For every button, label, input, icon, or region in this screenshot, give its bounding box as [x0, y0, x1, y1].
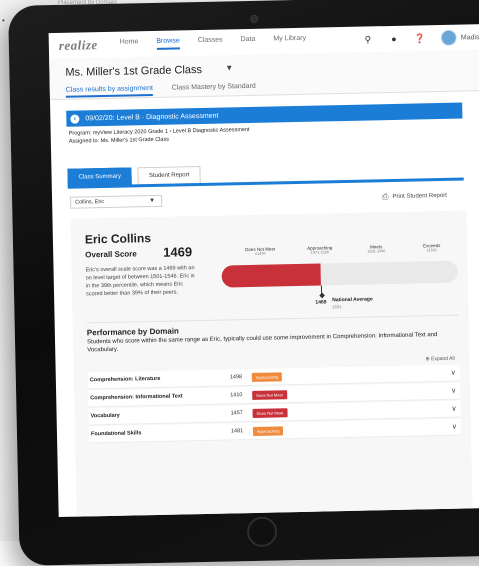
- tablet-screen: realize Home Browse Classes Data My Libr…: [48, 23, 479, 518]
- score-marker-value: 1469: [315, 299, 327, 306]
- overall-score-label: Overall Score: [85, 249, 137, 260]
- status-badge: Does Not Meet: [252, 407, 288, 418]
- nav-items: Home Browse Classes Data My Library: [120, 34, 325, 50]
- nav-item-data[interactable]: Data: [241, 36, 256, 48]
- student-select[interactable]: Collins, Eric ▼: [70, 194, 163, 209]
- assessment-header: ‹ 09/02/20: Level B · Diagnostic Assessm…: [66, 102, 463, 127]
- assessment-title: 09/02/20: Level B · Diagnostic Assessmen…: [85, 112, 219, 122]
- home-button[interactable]: [246, 516, 278, 548]
- printer-icon: ⎙: [381, 192, 389, 202]
- scale-level: Meets 1501-1540: [367, 244, 385, 253]
- nav-item-home[interactable]: Home: [120, 38, 139, 50]
- student-report-card: Eric Collins Overall Score 1469 Eric's o…: [70, 210, 473, 518]
- print-student-report-button[interactable]: ⎙ Print Student Report: [382, 191, 447, 202]
- student-select-value: Collins, Eric: [75, 199, 105, 206]
- status-badge: Approaching: [252, 425, 284, 436]
- chevron-down-icon[interactable]: ∨: [452, 423, 457, 431]
- status-badge: Approaching: [251, 371, 283, 382]
- expand-all-label: Expand All: [431, 355, 455, 363]
- nav-item-browse[interactable]: Browse: [156, 37, 180, 50]
- status-badge: Does Not Meet: [252, 389, 287, 400]
- overall-score-value: 1469: [163, 244, 193, 260]
- scale-level: Exceeds ≥1541: [423, 243, 440, 252]
- national-average-value: 1501: [332, 304, 342, 310]
- scale-level-range: ≤1470: [254, 251, 266, 256]
- divider: [86, 314, 459, 324]
- score-marker-icon: [318, 292, 325, 299]
- expand-all-button[interactable]: ⊕ Expand All: [425, 356, 454, 363]
- tablet-frame: realize Home Browse Classes Data My Libr…: [8, 0, 479, 566]
- user-menu[interactable]: Madison ▾: [461, 33, 479, 42]
- realize-logo[interactable]: realize: [59, 37, 98, 54]
- domain-name: Comprehension: Informational Text: [90, 393, 183, 402]
- nav-icons: ⚲ ● ❓ Madison ▾: [349, 29, 479, 48]
- chevron-down-icon[interactable]: ∨: [451, 405, 456, 413]
- notification-icon[interactable]: ●: [387, 34, 401, 44]
- class-title: Ms. Miller's 1st Grade Class: [65, 63, 203, 79]
- class-bar: Ms. Miller's 1st Grade Class ▼ Class res…: [49, 49, 479, 101]
- assigned-to-text: Assigned to: Ms. Miller's 1st Grade Clas…: [68, 136, 169, 145]
- chevron-down-icon[interactable]: ▼: [225, 63, 233, 72]
- avatar[interactable]: [440, 29, 458, 46]
- chevron-down-icon[interactable]: ∨: [451, 387, 456, 395]
- domain-score: 1457: [230, 410, 243, 417]
- chevron-down-icon: ▼: [149, 197, 156, 205]
- overall-score-description: Eric's overall scale score was a 1469 wi…: [85, 265, 195, 298]
- domain-name: Foundational Skills: [90, 430, 142, 438]
- program-text: Program: myView Literacy 2020 Grade 1 › …: [68, 126, 250, 137]
- score-scale-fill: [221, 263, 322, 288]
- tab-class-results[interactable]: Class results by assignment: [65, 84, 154, 98]
- help-icon[interactable]: ❓: [413, 33, 427, 44]
- nav-item-my-library[interactable]: My Library: [273, 35, 306, 48]
- domain-score: 1481: [230, 428, 244, 435]
- scale-level-range: 1471-1500: [310, 250, 329, 255]
- camera-icon: [250, 14, 259, 23]
- chevron-down-icon[interactable]: ∨: [451, 369, 456, 377]
- scale-labels: Does Not Meet ≤1470 Approaching 1471-150…: [209, 243, 459, 256]
- domain-name: Comprehension: Literature: [89, 375, 161, 384]
- scale-level: Does Not Meet ≤1470: [245, 246, 275, 256]
- back-arrow-icon[interactable]: ‹: [70, 114, 80, 124]
- domain-score: 1410: [230, 392, 243, 399]
- domain-name: Vocabulary: [90, 412, 120, 420]
- background-bullet: •: [2, 16, 5, 25]
- search-icon[interactable]: ⚲: [361, 34, 375, 45]
- national-average-label: National Average: [332, 296, 373, 304]
- domain-score: 1498: [229, 374, 243, 381]
- scale-level-range: 1501-1540: [367, 249, 386, 254]
- print-label: Print Student Report: [392, 192, 447, 200]
- scale-level-range: ≥1541: [426, 248, 438, 253]
- tab-class-mastery[interactable]: Class Mastery by Standard: [172, 83, 256, 92]
- student-name: Eric Collins: [84, 231, 152, 247]
- nav-item-classes[interactable]: Classes: [198, 37, 223, 50]
- scale-level: Approaching 1471-1500: [307, 245, 332, 255]
